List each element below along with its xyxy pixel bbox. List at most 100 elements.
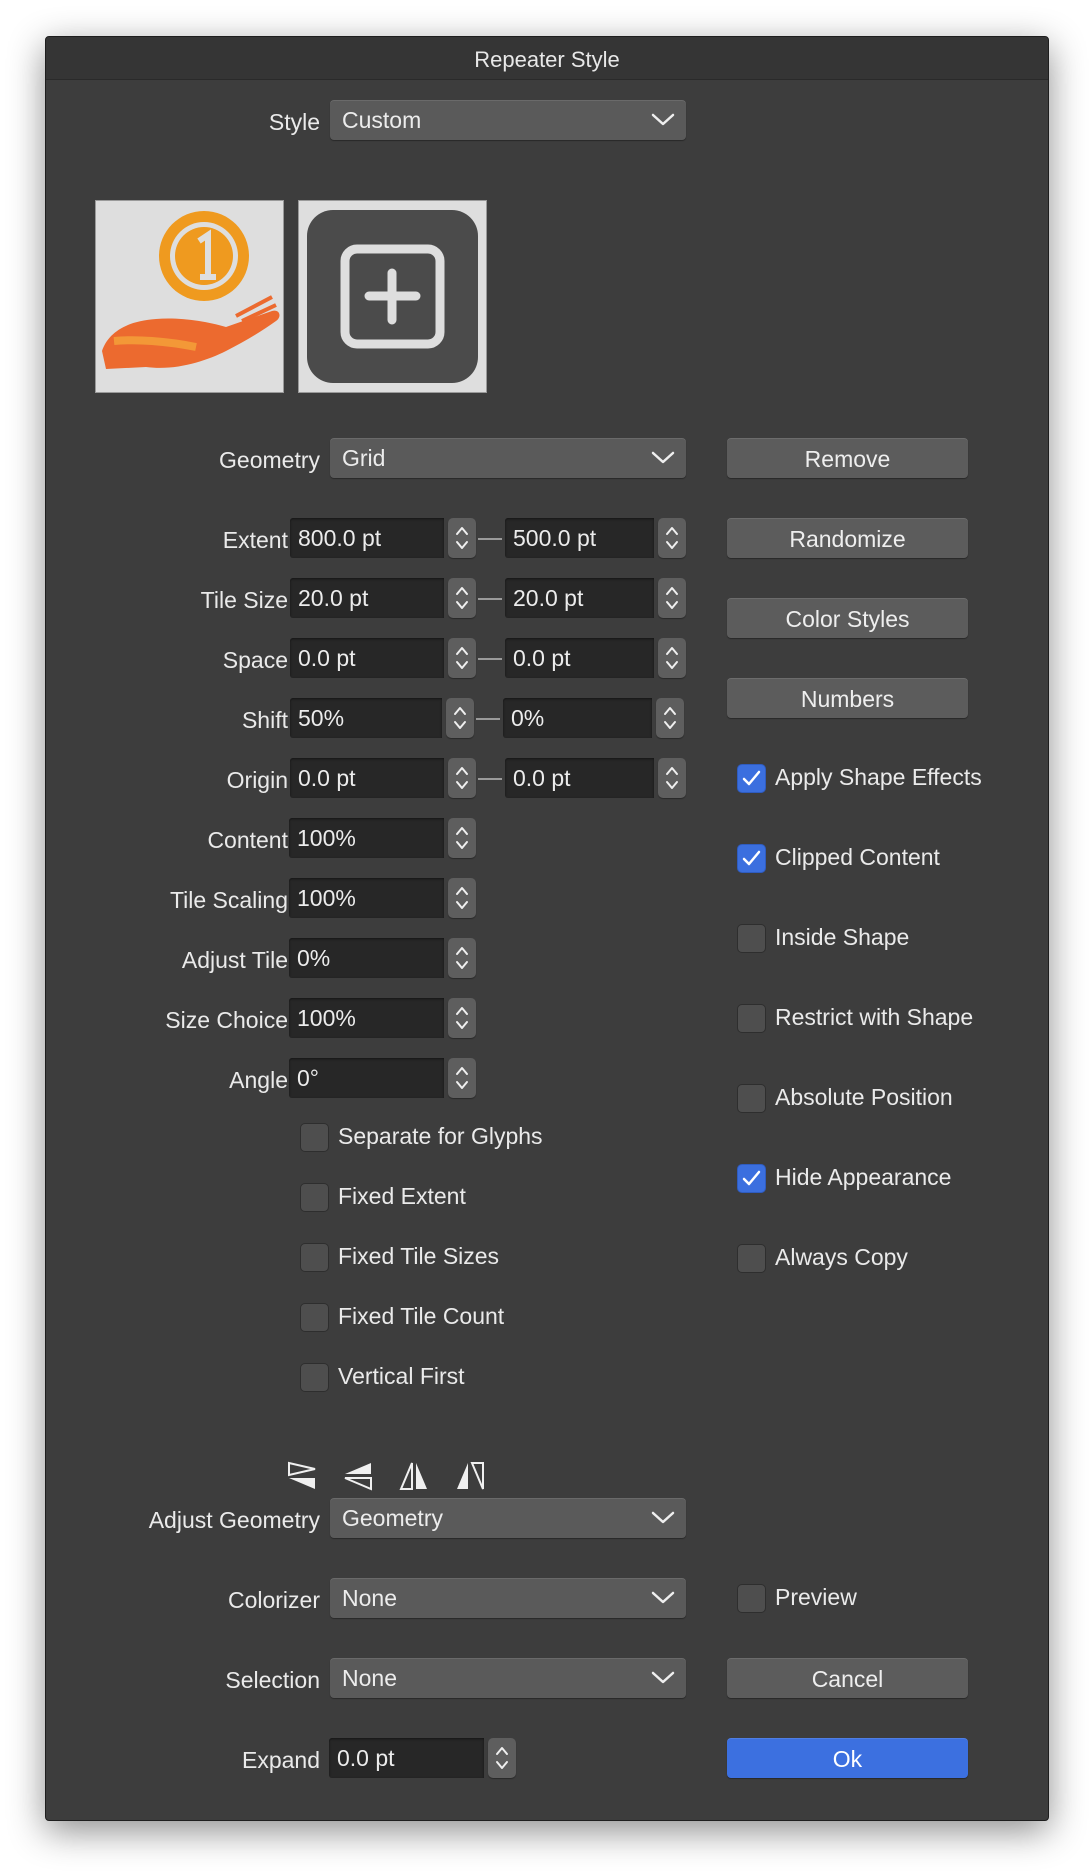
stepper-arrows[interactable] (448, 518, 476, 558)
up-down-arrows-icon (454, 707, 466, 729)
up-down-arrows-icon (456, 527, 468, 549)
shift-x-value: 50% (298, 705, 345, 731)
stepper-arrows[interactable] (448, 758, 476, 798)
origin-x-stepper[interactable]: 0.0 pt (290, 758, 478, 798)
checkbox-box[interactable] (300, 1183, 329, 1212)
dash-separator (478, 598, 502, 600)
stepper-arrows[interactable] (448, 578, 476, 618)
checkbox-box[interactable] (300, 1243, 329, 1272)
cancel-button-label: Cancel (811, 1666, 884, 1692)
angle-stepper[interactable]: 0° (289, 1058, 478, 1098)
checkbox-box[interactable] (737, 1164, 766, 1193)
stepper-arrows[interactable] (658, 758, 686, 798)
adjust-tile-label: Adjust Tile (181, 947, 288, 973)
checkbox-box[interactable] (737, 1244, 766, 1273)
flip-right-icon[interactable] (455, 1461, 485, 1491)
expand-field[interactable]: 0.0 pt (329, 1738, 484, 1778)
checkbox-box[interactable] (300, 1363, 329, 1392)
extent-width-field[interactable]: 800.0 pt (290, 518, 444, 558)
extent-width-stepper[interactable]: 800.0 pt (290, 518, 478, 558)
geometry-dropdown[interactable]: Grid (330, 438, 686, 478)
adjust-geometry-dropdown[interactable]: Geometry (330, 1498, 686, 1538)
size-choice-stepper[interactable]: 100% (289, 998, 478, 1038)
stepper-arrows[interactable] (448, 878, 476, 918)
selection-dropdown[interactable]: None (330, 1658, 686, 1698)
tile-scaling-stepper[interactable]: 100% (289, 878, 478, 918)
title-bar[interactable]: Repeater Style (46, 37, 1048, 80)
randomize-button[interactable]: Randomize (727, 518, 968, 558)
shift-x-field[interactable]: 50% (290, 698, 442, 738)
numbers-button[interactable]: Numbers (727, 678, 968, 718)
size-choice-value: 100% (297, 1005, 356, 1031)
space-x-field[interactable]: 0.0 pt (290, 638, 444, 678)
space-y-stepper[interactable]: 0.0 pt (505, 638, 688, 678)
adjust-tile-stepper[interactable]: 0% (289, 938, 478, 978)
extent-label: Extent (222, 527, 288, 553)
checkbox-box[interactable] (300, 1123, 329, 1152)
dash-separator (476, 718, 500, 720)
shift-y-stepper[interactable]: 0% (503, 698, 686, 738)
shift-y-field[interactable]: 0% (503, 698, 652, 738)
window-title: Repeater Style (474, 47, 620, 72)
remove-button[interactable]: Remove (727, 438, 968, 478)
angle-field[interactable]: 0° (289, 1058, 444, 1098)
tile-height-field[interactable]: 20.0 pt (505, 578, 654, 618)
adjust-tile-field[interactable]: 0% (289, 938, 444, 978)
stepper-arrows[interactable] (446, 698, 474, 738)
angle-label: Angle (229, 1067, 288, 1093)
checkbox-box[interactable] (300, 1303, 329, 1332)
separate-for-glyphs-label: Separate for Glyphs (338, 1123, 543, 1149)
tile-height-stepper[interactable]: 20.0 pt (505, 578, 688, 618)
content-field[interactable]: 100% (289, 818, 444, 858)
checkmark-icon (742, 770, 761, 786)
shift-x-stepper[interactable]: 50% (290, 698, 476, 738)
stepper-arrows[interactable] (658, 578, 686, 618)
color-styles-button[interactable]: Color Styles (727, 598, 968, 638)
angle-value: 0° (297, 1065, 319, 1091)
dash-separator (478, 658, 502, 660)
space-y-field[interactable]: 0.0 pt (505, 638, 654, 678)
checkbox-box[interactable] (737, 1004, 766, 1033)
origin-y-field[interactable]: 0.0 pt (505, 758, 654, 798)
ok-button[interactable]: Ok (727, 1738, 968, 1778)
stepper-arrows[interactable] (448, 938, 476, 978)
cancel-button[interactable]: Cancel (727, 1658, 968, 1698)
style-thumbnail-hand-coin[interactable] (95, 200, 284, 393)
stepper-arrows[interactable] (448, 998, 476, 1038)
adjust-tile-value: 0% (297, 945, 331, 971)
style-dropdown[interactable]: Custom (330, 100, 686, 140)
stepper-arrows[interactable] (448, 638, 476, 678)
stepper-arrows[interactable] (448, 818, 476, 858)
origin-y-stepper[interactable]: 0.0 pt (505, 758, 688, 798)
content-stepper[interactable]: 100% (289, 818, 478, 858)
stepper-arrows[interactable] (658, 638, 686, 678)
style-thumbnail-add[interactable] (298, 200, 487, 393)
checkbox-box[interactable] (737, 1584, 766, 1613)
extent-height-field[interactable]: 500.0 pt (505, 518, 654, 558)
remove-button-label: Remove (804, 446, 891, 472)
stepper-arrows[interactable] (656, 698, 684, 738)
checkbox-box[interactable] (737, 924, 766, 953)
checkmark-icon (742, 1170, 761, 1186)
expand-stepper[interactable]: 0.0 pt (329, 1738, 518, 1778)
checkbox-box[interactable] (737, 1084, 766, 1113)
flip-bottom-icon[interactable] (343, 1461, 373, 1491)
checkbox-box[interactable] (737, 844, 766, 873)
fixed-extent-label: Fixed Extent (338, 1183, 466, 1209)
adjust-geometry-value: Geometry (342, 1505, 443, 1531)
extent-height-stepper[interactable]: 500.0 pt (505, 518, 688, 558)
colorizer-dropdown[interactable]: None (330, 1578, 686, 1618)
stepper-arrows[interactable] (488, 1738, 516, 1778)
tile-scaling-field[interactable]: 100% (289, 878, 444, 918)
size-choice-field[interactable]: 100% (289, 998, 444, 1038)
stepper-arrows[interactable] (448, 1058, 476, 1098)
flip-left-icon[interactable] (399, 1461, 429, 1491)
space-x-stepper[interactable]: 0.0 pt (290, 638, 478, 678)
tile-width-field[interactable]: 20.0 pt (290, 578, 444, 618)
checkbox-box[interactable] (737, 764, 766, 793)
origin-x-field[interactable]: 0.0 pt (290, 758, 444, 798)
stepper-arrows[interactable] (658, 518, 686, 558)
tile-width-stepper[interactable]: 20.0 pt (290, 578, 478, 618)
flip-top-icon[interactable] (287, 1461, 317, 1491)
ok-button-label: Ok (832, 1746, 863, 1772)
